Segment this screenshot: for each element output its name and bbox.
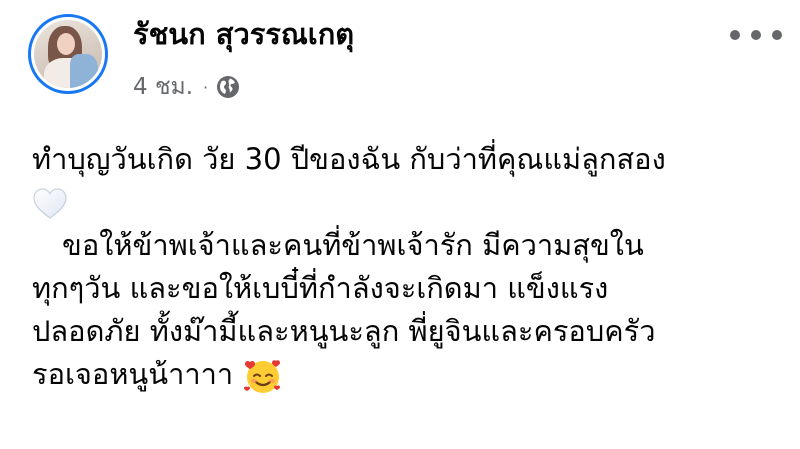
post-header: รัชนก สุวรรณเกตุ 4 ชม. · [0,0,800,110]
author-name[interactable]: รัชนก สุวรรณเกตุ [133,14,354,54]
white-heart-icon [33,188,67,219]
post-timestamp[interactable]: 4 ชม. [133,69,193,105]
post-meta: 4 ชม. · [133,72,240,102]
post-line-text: รอเจอหนูน้าาาา [32,357,234,391]
post-line: ทุกๆวัน และขอให้เบบี๋ที่กำลังจะเกิดมา แข… [32,271,609,305]
smiling-face-with-hearts-icon [244,360,281,393]
globe-icon[interactable] [216,75,240,99]
post-line [32,181,782,224]
meta-separator: · [203,77,209,97]
post-line: รอเจอหนูน้าาาา [32,353,782,396]
post-line: ปลอดภัย ทั้งม๊ามี้และหนูนะลูก พี่ยูจินแล… [32,314,656,348]
avatar-photo [34,20,102,88]
author-avatar[interactable] [28,14,108,94]
post-line: ทำบุญวันเกิด วัย 30 ปีของฉัน กับว่าที่คุ… [32,142,666,176]
post-text: ทำบุญวันเกิด วัย 30 ปีของฉัน กับว่าที่คุ… [32,138,782,396]
more-options-icon[interactable] [730,22,782,48]
post-line: ขอให้ข้าพเจ้าและคนที่ข้าพเจ้ารัก มีความส… [62,228,644,262]
